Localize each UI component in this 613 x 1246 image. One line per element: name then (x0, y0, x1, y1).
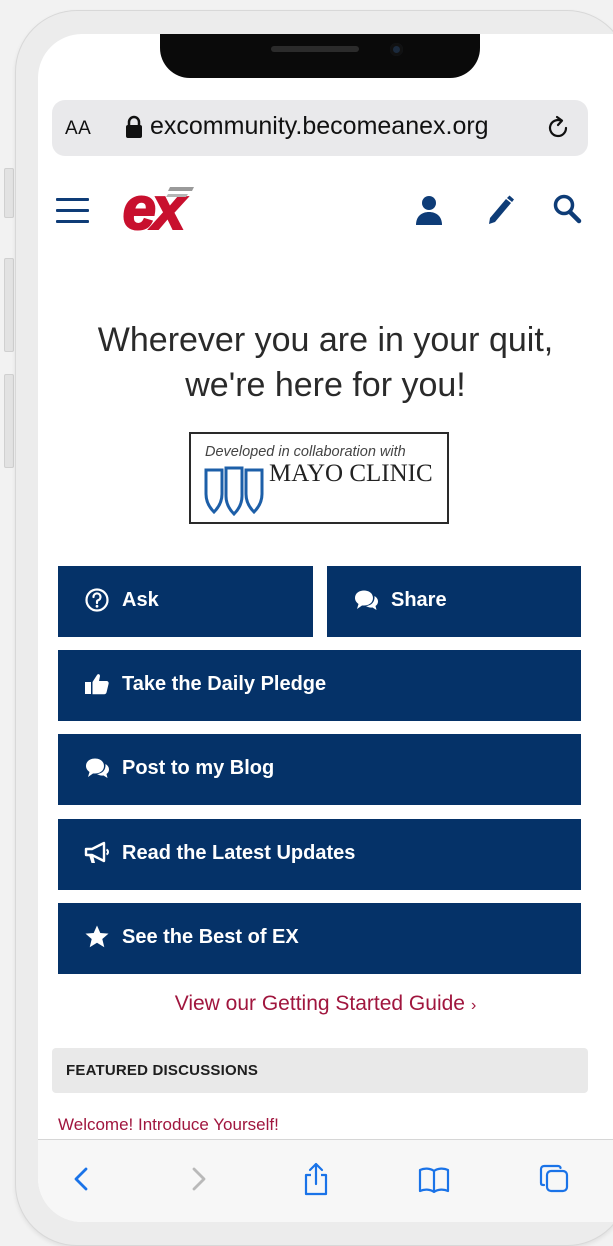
browser-toolbar (38, 1139, 613, 1222)
post-blog-label: Post to my Blog (122, 757, 275, 779)
latest-updates-button[interactable]: Read the Latest Updates (58, 819, 581, 890)
share-icon[interactable] (300, 1162, 332, 1196)
notch-speaker (271, 46, 359, 52)
getting-started-label: View our Getting Started Guide (174, 992, 465, 1015)
star-icon (85, 925, 109, 948)
phone-silent-switch (4, 168, 14, 218)
best-of-ex-button[interactable]: See the Best of EX (58, 903, 581, 974)
latest-updates-label: Read the Latest Updates (122, 842, 356, 864)
user-icon[interactable] (414, 194, 444, 226)
site-header: ex (38, 174, 613, 248)
headline-line-1: Wherever you are in your quit, (97, 321, 554, 359)
ask-button[interactable]: Ask (58, 566, 313, 637)
badge-developed-text: Developed in collaboration with (205, 444, 406, 460)
ask-button-label: Ask (122, 589, 159, 611)
share-button[interactable]: Share (327, 566, 581, 637)
mayo-clinic-badge: Developed in collaboration with MAYO CLI… (189, 432, 449, 524)
bookmarks-icon[interactable] (418, 1162, 450, 1196)
phone-notch (160, 34, 480, 78)
question-icon (85, 588, 109, 612)
headline-line-2: we're here for you! (185, 366, 466, 404)
url-text[interactable]: excommunity.becomeanex.org (150, 112, 489, 141)
chevron-right-icon: › (470, 997, 477, 1014)
badge-clinic-name: MAYO CLINIC (269, 460, 433, 487)
pencil-icon[interactable] (485, 193, 515, 225)
address-bar[interactable]: AA excommunity.becomeanex.org (52, 100, 588, 156)
daily-pledge-button[interactable]: Take the Daily Pledge (58, 650, 581, 721)
featured-discussions-header: FEATURED DISCUSSIONS (52, 1048, 588, 1093)
comments-icon (355, 590, 378, 610)
getting-started-link[interactable]: View our Getting Started Guide › (38, 992, 613, 1016)
share-button-label: Share (391, 589, 447, 611)
phone-volume-down-button (4, 374, 14, 468)
daily-pledge-label: Take the Daily Pledge (122, 673, 327, 695)
back-icon[interactable] (66, 1162, 98, 1196)
reload-icon[interactable] (547, 115, 571, 141)
discussion-link[interactable]: Welcome! Introduce Yourself! (58, 1115, 279, 1135)
phone-volume-up-button (4, 258, 14, 352)
text-size-button[interactable]: AA (65, 118, 91, 140)
menu-icon[interactable] (56, 198, 89, 224)
phone-screen: AA excommunity.becomeanex.org ex Whereve… (38, 34, 613, 1222)
search-icon[interactable] (552, 193, 582, 225)
lock-icon (126, 115, 142, 138)
post-blog-button[interactable]: Post to my Blog (58, 734, 581, 805)
mayo-shield-logo (204, 466, 264, 516)
featured-discussions-title: FEATURED DISCUSSIONS (66, 1062, 259, 1079)
forward-icon[interactable] (182, 1162, 214, 1196)
hero-headline: Wherever you are in your quit, we're her… (58, 318, 593, 408)
bullhorn-icon (84, 841, 109, 863)
thumbs-up-icon (85, 674, 109, 695)
ex-logo[interactable]: ex (108, 181, 204, 237)
comments-icon (86, 758, 109, 778)
best-of-ex-label: See the Best of EX (122, 926, 299, 948)
front-camera (390, 43, 403, 56)
tabs-icon[interactable] (538, 1162, 570, 1196)
